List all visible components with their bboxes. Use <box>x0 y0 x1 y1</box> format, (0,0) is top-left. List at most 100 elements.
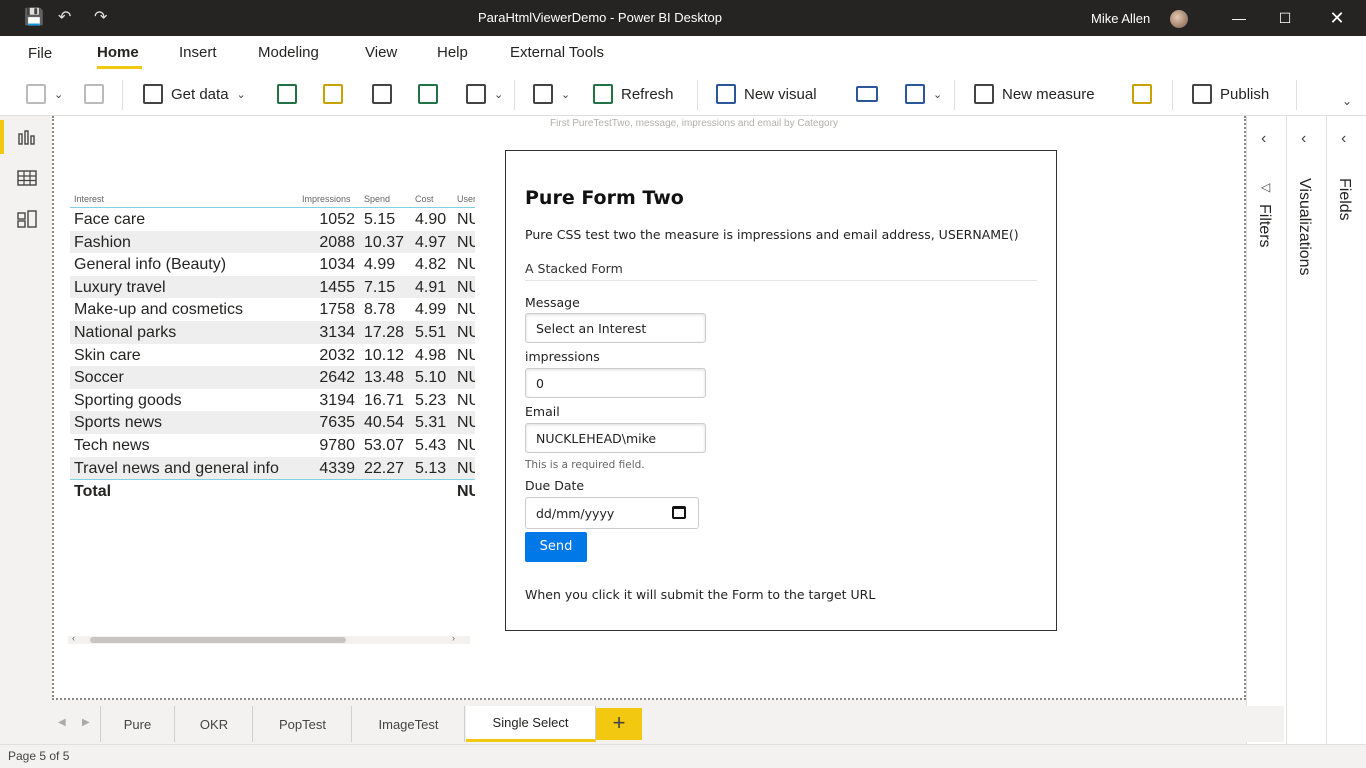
avatar[interactable] <box>1170 10 1188 28</box>
scrollbar-thumb[interactable] <box>90 637 346 643</box>
cell-cost: 4.97 <box>415 233 447 251</box>
message-select[interactable]: Select an Interest <box>525 313 706 343</box>
next-page-icon[interactable]: ▶ <box>82 717 90 728</box>
cell-cost: 5.43 <box>415 436 447 454</box>
table-row[interactable]: Sports news 7635 40.54 5.31 NU <box>70 411 475 434</box>
ribbon: ⌄ Get data ⌄ ⌄ ⌄ Refresh New visual ⌄ New… <box>0 70 1366 116</box>
cell-spend: 7.15 <box>364 278 396 296</box>
new-measure-button[interactable]: New measure <box>974 82 1095 106</box>
filters-label[interactable]: Filters <box>1255 204 1273 248</box>
dataset-icon <box>323 84 343 104</box>
brush-icon <box>84 84 104 104</box>
publish-button[interactable]: Publish <box>1192 82 1269 106</box>
table-row[interactable]: General info (Beauty) 1034 4.99 4.82 NU <box>70 253 475 276</box>
tab-modeling[interactable]: Modeling <box>258 44 319 61</box>
column-header-interest[interactable]: Interest <box>74 194 104 204</box>
quick-measure-button[interactable] <box>1132 82 1152 106</box>
ribbon-divider <box>1172 80 1173 110</box>
user-name[interactable]: Mike Allen <box>1091 11 1150 26</box>
cell-interest: Sports news <box>74 414 163 432</box>
column-header-cost[interactable]: Cost <box>415 194 434 204</box>
cell-interest: Make-up and cosmetics <box>74 301 243 319</box>
maximize-button[interactable]: ☐ <box>1262 0 1308 36</box>
tab-file[interactable]: File <box>28 45 52 62</box>
paste-button[interactable]: ⌄ <box>26 82 63 106</box>
table-row[interactable]: Sporting goods 3194 16.71 5.23 NU <box>70 389 475 412</box>
tab-home[interactable]: Home <box>97 44 139 61</box>
cell-user: NU <box>457 323 475 341</box>
page-indicator: Page 5 of 5 <box>8 749 70 763</box>
filters-pane[interactable]: ‹ ◁ Filters <box>1246 116 1286 744</box>
table-row[interactable]: Skin care 2032 10.12 4.98 NU <box>70 344 475 367</box>
page-tab-okr[interactable]: OKR <box>176 706 253 742</box>
table-visual[interactable]: Interest Impressions Spend Cost User Fac… <box>70 191 475 503</box>
column-header-user[interactable]: User <box>457 194 475 204</box>
dataset-button[interactable] <box>323 82 343 106</box>
cell-cost: 5.13 <box>415 459 447 477</box>
total-user: NU <box>457 483 475 501</box>
cell-user: NU <box>457 211 475 228</box>
fields-pane[interactable]: ‹ Fields <box>1326 116 1366 744</box>
table-horizontal-scrollbar[interactable]: ‹ › <box>68 633 470 644</box>
refresh-button[interactable]: Refresh <box>593 82 674 106</box>
expand-fields-icon[interactable]: ‹ <box>1341 130 1346 148</box>
add-page-button[interactable]: + <box>596 708 642 740</box>
data-view-icon[interactable] <box>17 169 37 187</box>
tab-view[interactable]: View <box>365 44 397 61</box>
enter-data-button[interactable] <box>418 82 438 106</box>
visualizations-label[interactable]: Visualizations <box>1295 178 1313 276</box>
table-row[interactable]: Tech news 9780 53.07 5.43 NU <box>70 434 475 457</box>
text-box-button[interactable] <box>856 82 878 106</box>
window-title: ParaHtmlViewerDemo - Power BI Desktop <box>478 10 722 25</box>
table-row[interactable]: Soccer 2642 13.48 5.10 NU <box>70 366 475 389</box>
format-painter-button[interactable] <box>84 82 104 106</box>
impressions-input[interactable]: 0 <box>525 368 706 398</box>
get-data-button[interactable]: Get data ⌄ <box>143 82 246 106</box>
scroll-right-icon[interactable]: › <box>452 633 455 643</box>
excel-button[interactable] <box>277 82 297 106</box>
transform-data-button[interactable]: ⌄ <box>533 82 570 106</box>
more-visuals-button[interactable]: ⌄ <box>905 82 942 106</box>
table-row[interactable]: Make-up and cosmetics 1758 8.78 4.99 NU <box>70 298 475 321</box>
tab-help[interactable]: Help <box>437 44 468 61</box>
cell-spend: 40.54 <box>364 414 405 432</box>
cell-interest: General info (Beauty) <box>74 256 227 274</box>
table-row[interactable]: Luxury travel 1455 7.15 4.91 NU <box>70 275 475 299</box>
new-measure-label: New measure <box>1002 85 1095 103</box>
dataverse-button[interactable] <box>372 82 392 106</box>
minimize-button[interactable]: — <box>1216 0 1262 36</box>
close-button[interactable]: ✕ <box>1314 0 1360 36</box>
recent-sources-button[interactable]: ⌄ <box>466 82 503 106</box>
page-tab-single-select[interactable]: Single Select <box>466 706 596 742</box>
visualizations-pane[interactable]: ‹ Visualizations <box>1286 116 1326 744</box>
tab-external-tools[interactable]: External Tools <box>510 44 604 61</box>
page-tab-imagetest[interactable]: ImageTest <box>353 706 465 742</box>
report-view-icon[interactable] <box>17 128 37 146</box>
cell-user: NU <box>457 369 475 387</box>
scroll-left-icon[interactable]: ‹ <box>72 633 75 643</box>
tab-insert[interactable]: Insert <box>179 44 217 61</box>
chevron-down-icon: ⌄ <box>236 88 246 101</box>
email-input[interactable]: NUCKLEHEAD\mike <box>525 423 706 453</box>
page-tab-poptest[interactable]: PopTest <box>254 706 352 742</box>
table-row[interactable]: Fashion 2088 10.37 4.97 NU <box>70 230 475 254</box>
prev-page-icon[interactable]: ◀ <box>58 717 66 728</box>
cell-impressions: 1052 <box>319 211 355 228</box>
table-row[interactable]: National parks 3134 17.28 5.51 NU <box>70 320 475 344</box>
due-date-input[interactable]: dd/mm/yyyy <box>525 497 699 529</box>
new-visual-button[interactable]: New visual <box>716 82 817 106</box>
table-row[interactable]: Face care 1052 5.15 4.90 NU <box>70 208 475 231</box>
expand-filters-icon[interactable]: ‹ <box>1261 130 1266 148</box>
table-row[interactable]: Travel news and general info 4339 22.27 5.1… <box>70 456 475 480</box>
report-canvas[interactable]: First PureTestTwo, message, impressions … <box>52 116 1246 700</box>
page-tab-pure[interactable]: Pure <box>100 706 175 742</box>
chevron-down-icon: ⌄ <box>561 88 571 101</box>
ribbon-collapse-icon[interactable]: ⌄ <box>1342 94 1352 108</box>
column-header-spend[interactable]: Spend <box>364 194 390 204</box>
column-header-impressions[interactable]: Impressions <box>302 194 351 204</box>
calendar-icon[interactable] <box>672 506 686 519</box>
expand-visualizations-icon[interactable]: ‹ <box>1301 130 1306 148</box>
send-button[interactable]: Send <box>525 532 587 562</box>
fields-label[interactable]: Fields <box>1335 178 1353 221</box>
model-view-icon[interactable] <box>17 210 37 228</box>
